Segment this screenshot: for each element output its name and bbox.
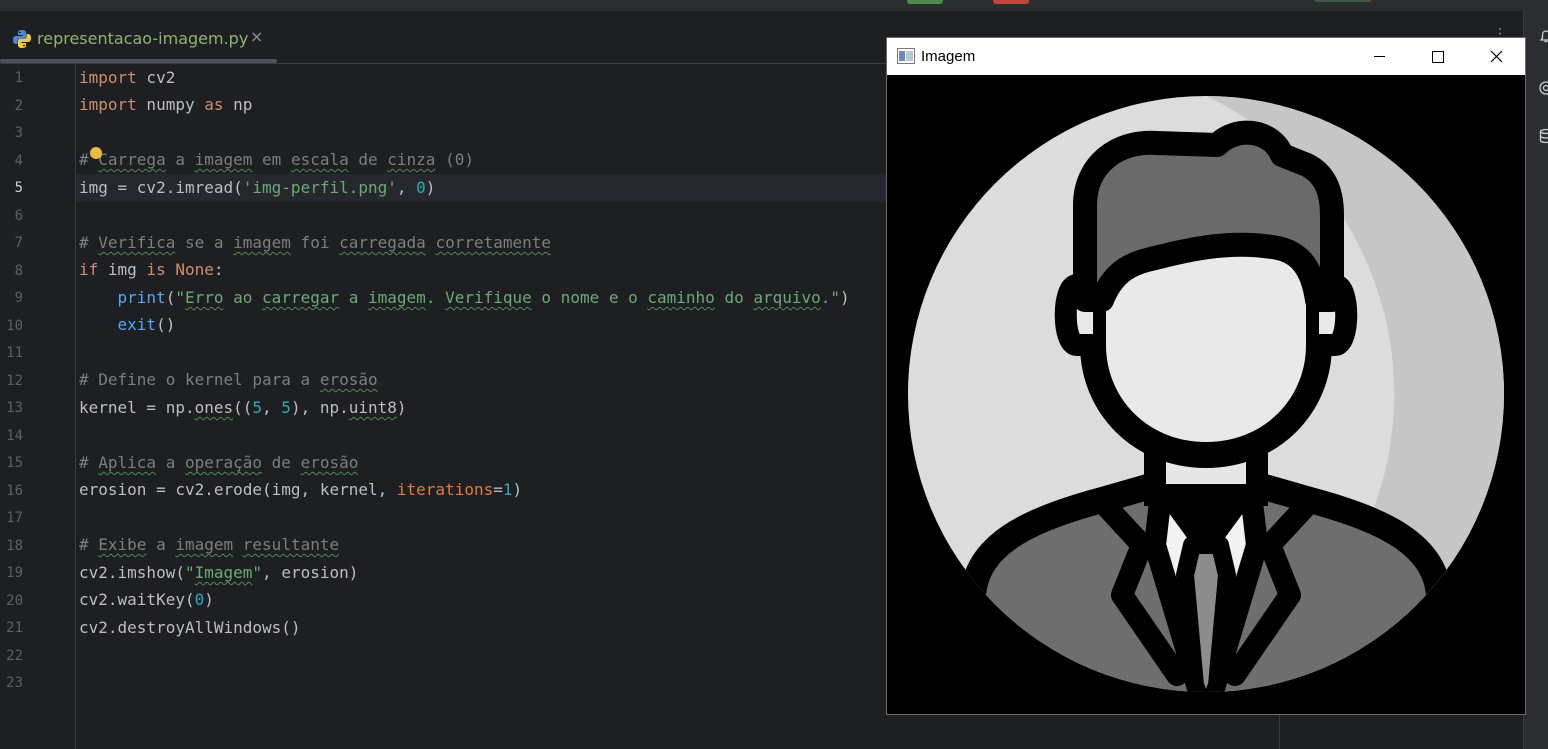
ai-assistant-icon[interactable] <box>1538 80 1548 96</box>
code-line-8: if img is None: <box>79 260 224 279</box>
line-number: 22 <box>6 647 23 664</box>
line-number: 10 <box>6 317 23 334</box>
line-number: 20 <box>6 592 23 609</box>
line-number: 23 <box>6 675 23 691</box>
tab-filename: representacao-imagem.py <box>37 29 249 48</box>
status-indicator <box>1315 0 1371 2</box>
code-line-18: # Exibe a imagem resultante <box>79 535 340 554</box>
line-number: 6 <box>14 207 23 224</box>
code-line-7: # Verifica se a imagem foi carregada cor… <box>79 233 552 252</box>
line-number: 11 <box>6 345 23 361</box>
line-number: 13 <box>6 400 23 416</box>
code-line-16: erosion = cv2.erode(img, kernel, iterati… <box>79 480 523 499</box>
line-number: 8 <box>14 262 23 279</box>
bell-icon[interactable] <box>1538 28 1548 44</box>
line-number: 4 <box>14 152 23 169</box>
line-number: 2 <box>14 97 23 114</box>
line-number: 12 <box>6 372 23 389</box>
tab-representacao-imagem[interactable]: representacao-imagem.py × <box>0 11 277 63</box>
window-title-bar[interactable]: Imagem <box>887 38 1525 75</box>
opencv-image-window[interactable]: Imagem <box>886 37 1526 715</box>
lightbulb-icon[interactable] <box>90 147 102 159</box>
opencv-window-icon <box>897 48 915 64</box>
run-indicator[interactable] <box>907 0 943 4</box>
line-number: 19 <box>6 565 23 581</box>
line-number: 7 <box>14 235 23 251</box>
line-number: 17 <box>6 510 23 526</box>
minimize-icon[interactable] <box>1350 38 1408 75</box>
line-number: 5 <box>14 180 23 196</box>
image-canvas <box>887 75 1525 714</box>
line-number: 16 <box>6 482 23 499</box>
python-icon <box>13 30 31 48</box>
code-line-20: cv2.waitKey(0) <box>79 590 214 609</box>
stop-indicator[interactable] <box>993 0 1029 4</box>
profile-avatar-image <box>908 96 1504 692</box>
code-line-5: img = cv2.imread('img-perfil.png', 0) <box>79 178 436 197</box>
code-line-10: exit() <box>117 315 176 334</box>
line-number: 1 <box>14 70 23 86</box>
line-number: 3 <box>14 125 23 141</box>
code-line-15: # Aplica a operação de erosão <box>79 453 359 472</box>
line-number: 15 <box>6 455 23 471</box>
right-tool-strip <box>1523 11 1548 749</box>
code-line-21: cv2.destroyAllWindows() <box>79 618 301 637</box>
code-line-9: print("Erro ao carregar a imagem. Verifi… <box>117 288 850 307</box>
line-number: 18 <box>6 537 23 554</box>
code-line-19: cv2.imshow("Imagem", erosion) <box>79 563 359 582</box>
tab-close-icon[interactable]: × <box>250 27 263 46</box>
code-line-2: import numpy as np <box>79 95 253 114</box>
line-number: 9 <box>14 290 23 306</box>
code-line-1: import cv2 <box>79 68 176 87</box>
top-bar <box>0 0 1548 11</box>
maximize-icon[interactable] <box>1408 38 1466 75</box>
code-line-4: # Carrega a imagem em escala de cinza (0… <box>79 150 474 169</box>
close-icon[interactable] <box>1467 38 1525 75</box>
line-number: 21 <box>6 620 23 636</box>
window-title: Imagem <box>921 48 976 65</box>
database-icon[interactable] <box>1538 128 1548 144</box>
code-line-13: kernel = np.ones((5, 5), np.uint8) <box>79 398 407 417</box>
line-number: 14 <box>6 427 23 444</box>
code-line-12: # Define o kernel para a erosão <box>79 370 378 389</box>
